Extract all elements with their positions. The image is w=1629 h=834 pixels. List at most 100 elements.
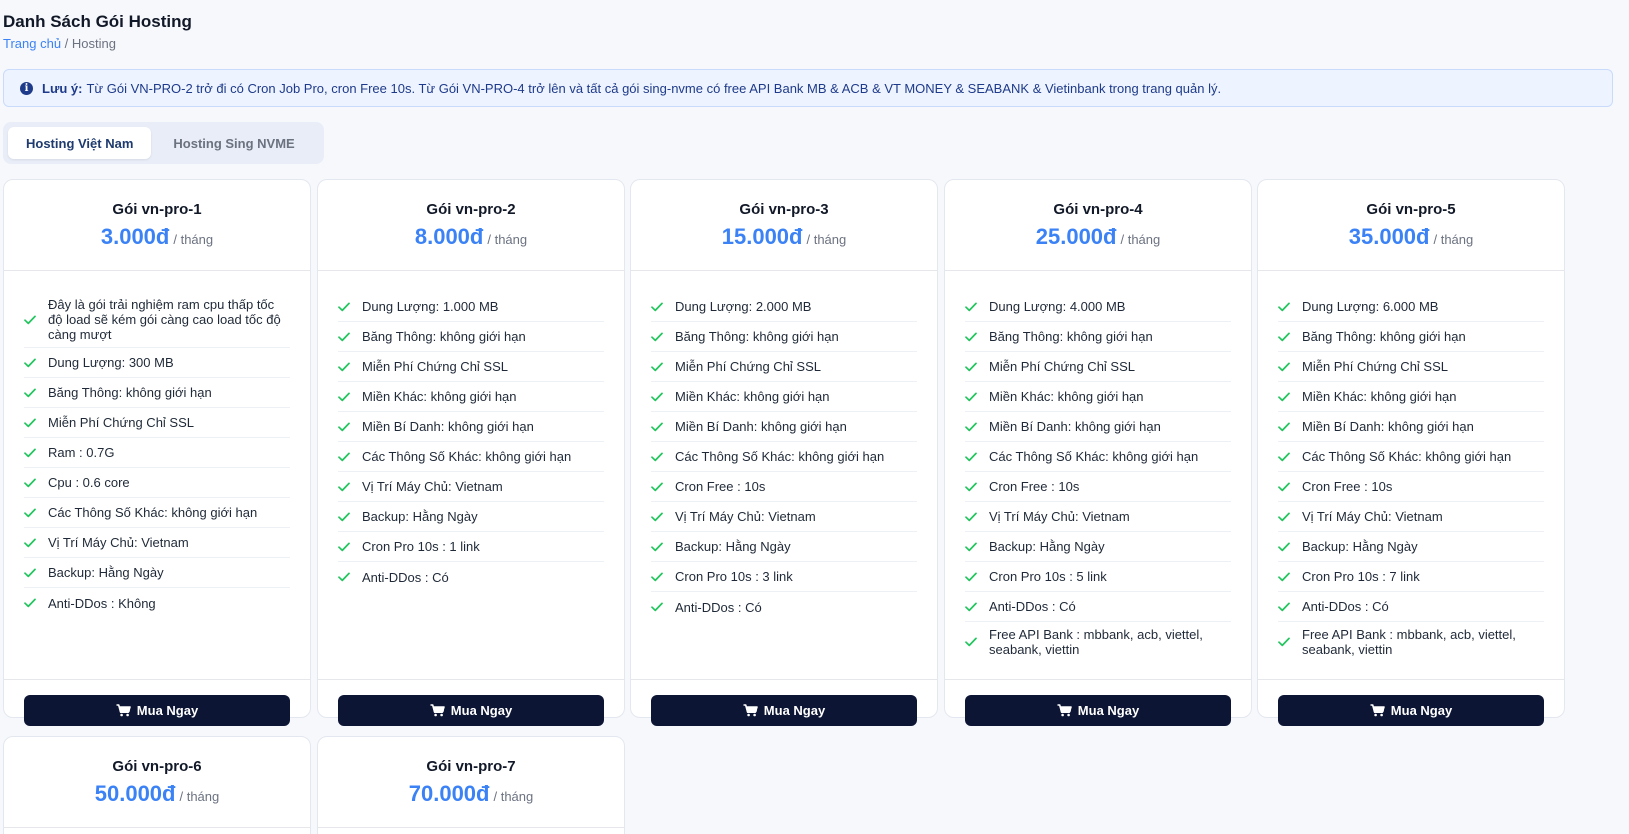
plan-feature-item: Anti-DDos : Có [1278, 592, 1544, 622]
plan-feature-item: Dung Lượng: 1.000 MB [338, 292, 604, 322]
plan-feature-item: Cron Free : 10s [1278, 472, 1544, 502]
breadcrumb-home-link[interactable]: Trang chủ [3, 36, 61, 51]
plan-feature-text: Dung Lượng: 300 MB [48, 355, 174, 370]
plan-feature-item: Băng Thông: không giới hạn [1278, 322, 1544, 352]
plan-period: / tháng [1433, 232, 1474, 247]
plan-header: Gói vn-pro-4 25.000đ / tháng [945, 180, 1251, 271]
plan-feature-item: Băng Thông: không giới hạn [24, 378, 290, 408]
tab-hosting-viet-nam[interactable]: Hosting Việt Nam [8, 127, 152, 159]
plan-feature-item: Đây là gói trải nghiệm ram cpu thấp tốc … [24, 292, 290, 348]
plan-feature-item: Miền Khác: không giới hạn [651, 382, 917, 412]
check-icon [965, 636, 977, 648]
plan-feature-text: Miễn Phí Chứng Chỉ SSL [1302, 359, 1448, 374]
check-icon [24, 387, 36, 399]
notice-alert: i Lưu ý: Từ Gói VN-PRO-2 trở đi có Cron … [3, 69, 1613, 107]
plan-feature-item: Cron Pro 10s : 7 link [1278, 562, 1544, 592]
check-icon [1278, 511, 1290, 523]
plan-feature-item: Backup: Hằng Ngày [651, 532, 917, 562]
plan-feature-item: Cron Free : 10s [651, 472, 917, 502]
plan-price-row: 15.000đ / tháng [631, 224, 937, 250]
plan-feature-text: Dung Lượng: 1.000 MB [362, 299, 499, 314]
plan-feature-item: Dung Lượng: 6.000 MB [1278, 292, 1544, 322]
cart-icon [743, 704, 758, 717]
check-icon [651, 391, 663, 403]
plan-feature-item: Các Thông Số Khác: không giới hạn [651, 442, 917, 472]
check-icon [338, 541, 350, 553]
plan-feature-text: Vị Trí Máy Chủ: Vietnam [362, 479, 503, 494]
buy-now-button[interactable]: Mua Ngay [651, 695, 917, 726]
check-icon [24, 447, 36, 459]
check-icon [965, 301, 977, 313]
check-icon [338, 421, 350, 433]
plan-feature-text: Miễn Phí Chứng Chỉ SSL [989, 359, 1135, 374]
plan-name: Gói vn-pro-6 [112, 758, 202, 775]
plan-feature-item: Backup: Hằng Ngày [24, 558, 290, 588]
check-icon [24, 417, 36, 429]
plan-feature-text: Miền Bí Danh: không giới hạn [362, 419, 534, 434]
cart-icon [116, 704, 131, 717]
plan-feature-item: Băng Thông: không giới hạn [965, 322, 1231, 352]
plan-feature-text: Các Thông Số Khác: không giới hạn [362, 449, 572, 464]
plan-feature-item: Dung Lượng: 300 MB [24, 348, 290, 378]
check-icon [338, 331, 350, 343]
notice-text: Từ Gói VN-PRO-2 trở đi có Cron Job Pro, … [86, 80, 1222, 96]
plan-feature-text: Miền Bí Danh: không giới hạn [1302, 419, 1474, 434]
plan-feature-item: Miền Bí Danh: không giới hạn [651, 412, 917, 442]
plan-feature-text: Miền Bí Danh: không giới hạn [675, 419, 847, 434]
check-icon [651, 541, 663, 553]
plan-feature-item: Free API Bank : mbbank, acb, viettel, se… [1278, 622, 1544, 662]
check-icon [1278, 391, 1290, 403]
buy-now-label: Mua Ngay [763, 703, 826, 718]
breadcrumb: Trang chủ / Hosting [3, 36, 116, 51]
plan-feature-text: Anti-DDos : Có [362, 569, 449, 585]
plan-features: Dung Lượng: 4.000 MB Băng Thông: không gi… [945, 271, 1251, 679]
check-icon [338, 451, 350, 463]
check-icon [338, 511, 350, 523]
check-icon [1278, 451, 1290, 463]
buy-now-button[interactable]: Mua Ngay [338, 695, 604, 726]
plan-feature-item: Vị Trí Máy Chủ: Vietnam [651, 502, 917, 532]
plan-price: 15.000đ [721, 224, 803, 249]
plan-feature-text: Miễn Phí Chứng Chỉ SSL [362, 359, 508, 374]
plan-name: Gói vn-pro-4 [1053, 201, 1143, 218]
buy-now-button[interactable]: Mua Ngay [1278, 695, 1544, 726]
plan-feature-item: Miền Bí Danh: không giới hạn [1278, 412, 1544, 442]
check-icon [965, 511, 977, 523]
tab-hosting-sing-nvme[interactable]: Hosting Sing NVME [155, 127, 312, 159]
buy-now-button[interactable]: Mua Ngay [965, 695, 1231, 726]
plan-feature-item: Vị Trí Máy Chủ: Vietnam [1278, 502, 1544, 532]
plan-feature-text: Miền Khác: không giới hạn [989, 389, 1144, 404]
plan-price: 25.000đ [1035, 224, 1117, 249]
plan-period: / tháng [493, 789, 534, 804]
plan-feature-text: Vị Trí Máy Chủ: Vietnam [48, 535, 189, 550]
plan-feature-text: Cron Pro 10s : 3 link [675, 569, 793, 584]
breadcrumb-separator: / [61, 36, 72, 51]
plan-feature-text: Free API Bank : mbbank, acb, viettel, se… [1302, 627, 1516, 657]
check-icon [965, 361, 977, 373]
plan-header: Gói vn-pro-3 15.000đ / tháng [631, 180, 937, 271]
plan-feature-text: Backup: Hằng Ngày [362, 509, 478, 524]
plan-feature-item: Cron Pro 10s : 3 link [651, 562, 917, 592]
check-icon [651, 451, 663, 463]
check-icon [1278, 636, 1290, 648]
plan-header: Gói vn-pro-1 3.000đ / tháng [4, 180, 310, 271]
plan-feature-text: Cron Free : 10s [1302, 479, 1393, 494]
plan-feature-item: Băng Thông: không giới hạn [651, 322, 917, 352]
plan-price: 35.000đ [1348, 224, 1430, 249]
check-icon [965, 421, 977, 433]
plan-feature-item: Miễn Phí Chứng Chỉ SSL [338, 352, 604, 382]
plan-feature-text: Cron Pro 10s : 7 link [1302, 569, 1420, 584]
plan-feature-item: Backup: Hằng Ngày [965, 532, 1231, 562]
plan-header: Gói vn-pro-6 50.000đ / tháng [4, 737, 310, 828]
plan-name: Gói vn-pro-1 [112, 201, 202, 218]
hosting-tabs: Hosting Việt Nam Hosting Sing NVME [3, 122, 324, 164]
check-icon [24, 537, 36, 549]
plan-feature-item: Miền Khác: không giới hạn [1278, 382, 1544, 412]
check-icon [338, 361, 350, 373]
plan-feature-item: Các Thông Số Khác: không giới hạn [24, 498, 290, 528]
plan-feature-text: Cron Free : 10s [675, 479, 766, 494]
buy-now-button[interactable]: Mua Ngay [24, 695, 290, 726]
plan-card: Gói vn-pro-7 70.000đ / tháng [317, 736, 625, 834]
check-icon [338, 391, 350, 403]
plan-feature-text: Băng Thông: không giới hạn [1302, 329, 1466, 344]
